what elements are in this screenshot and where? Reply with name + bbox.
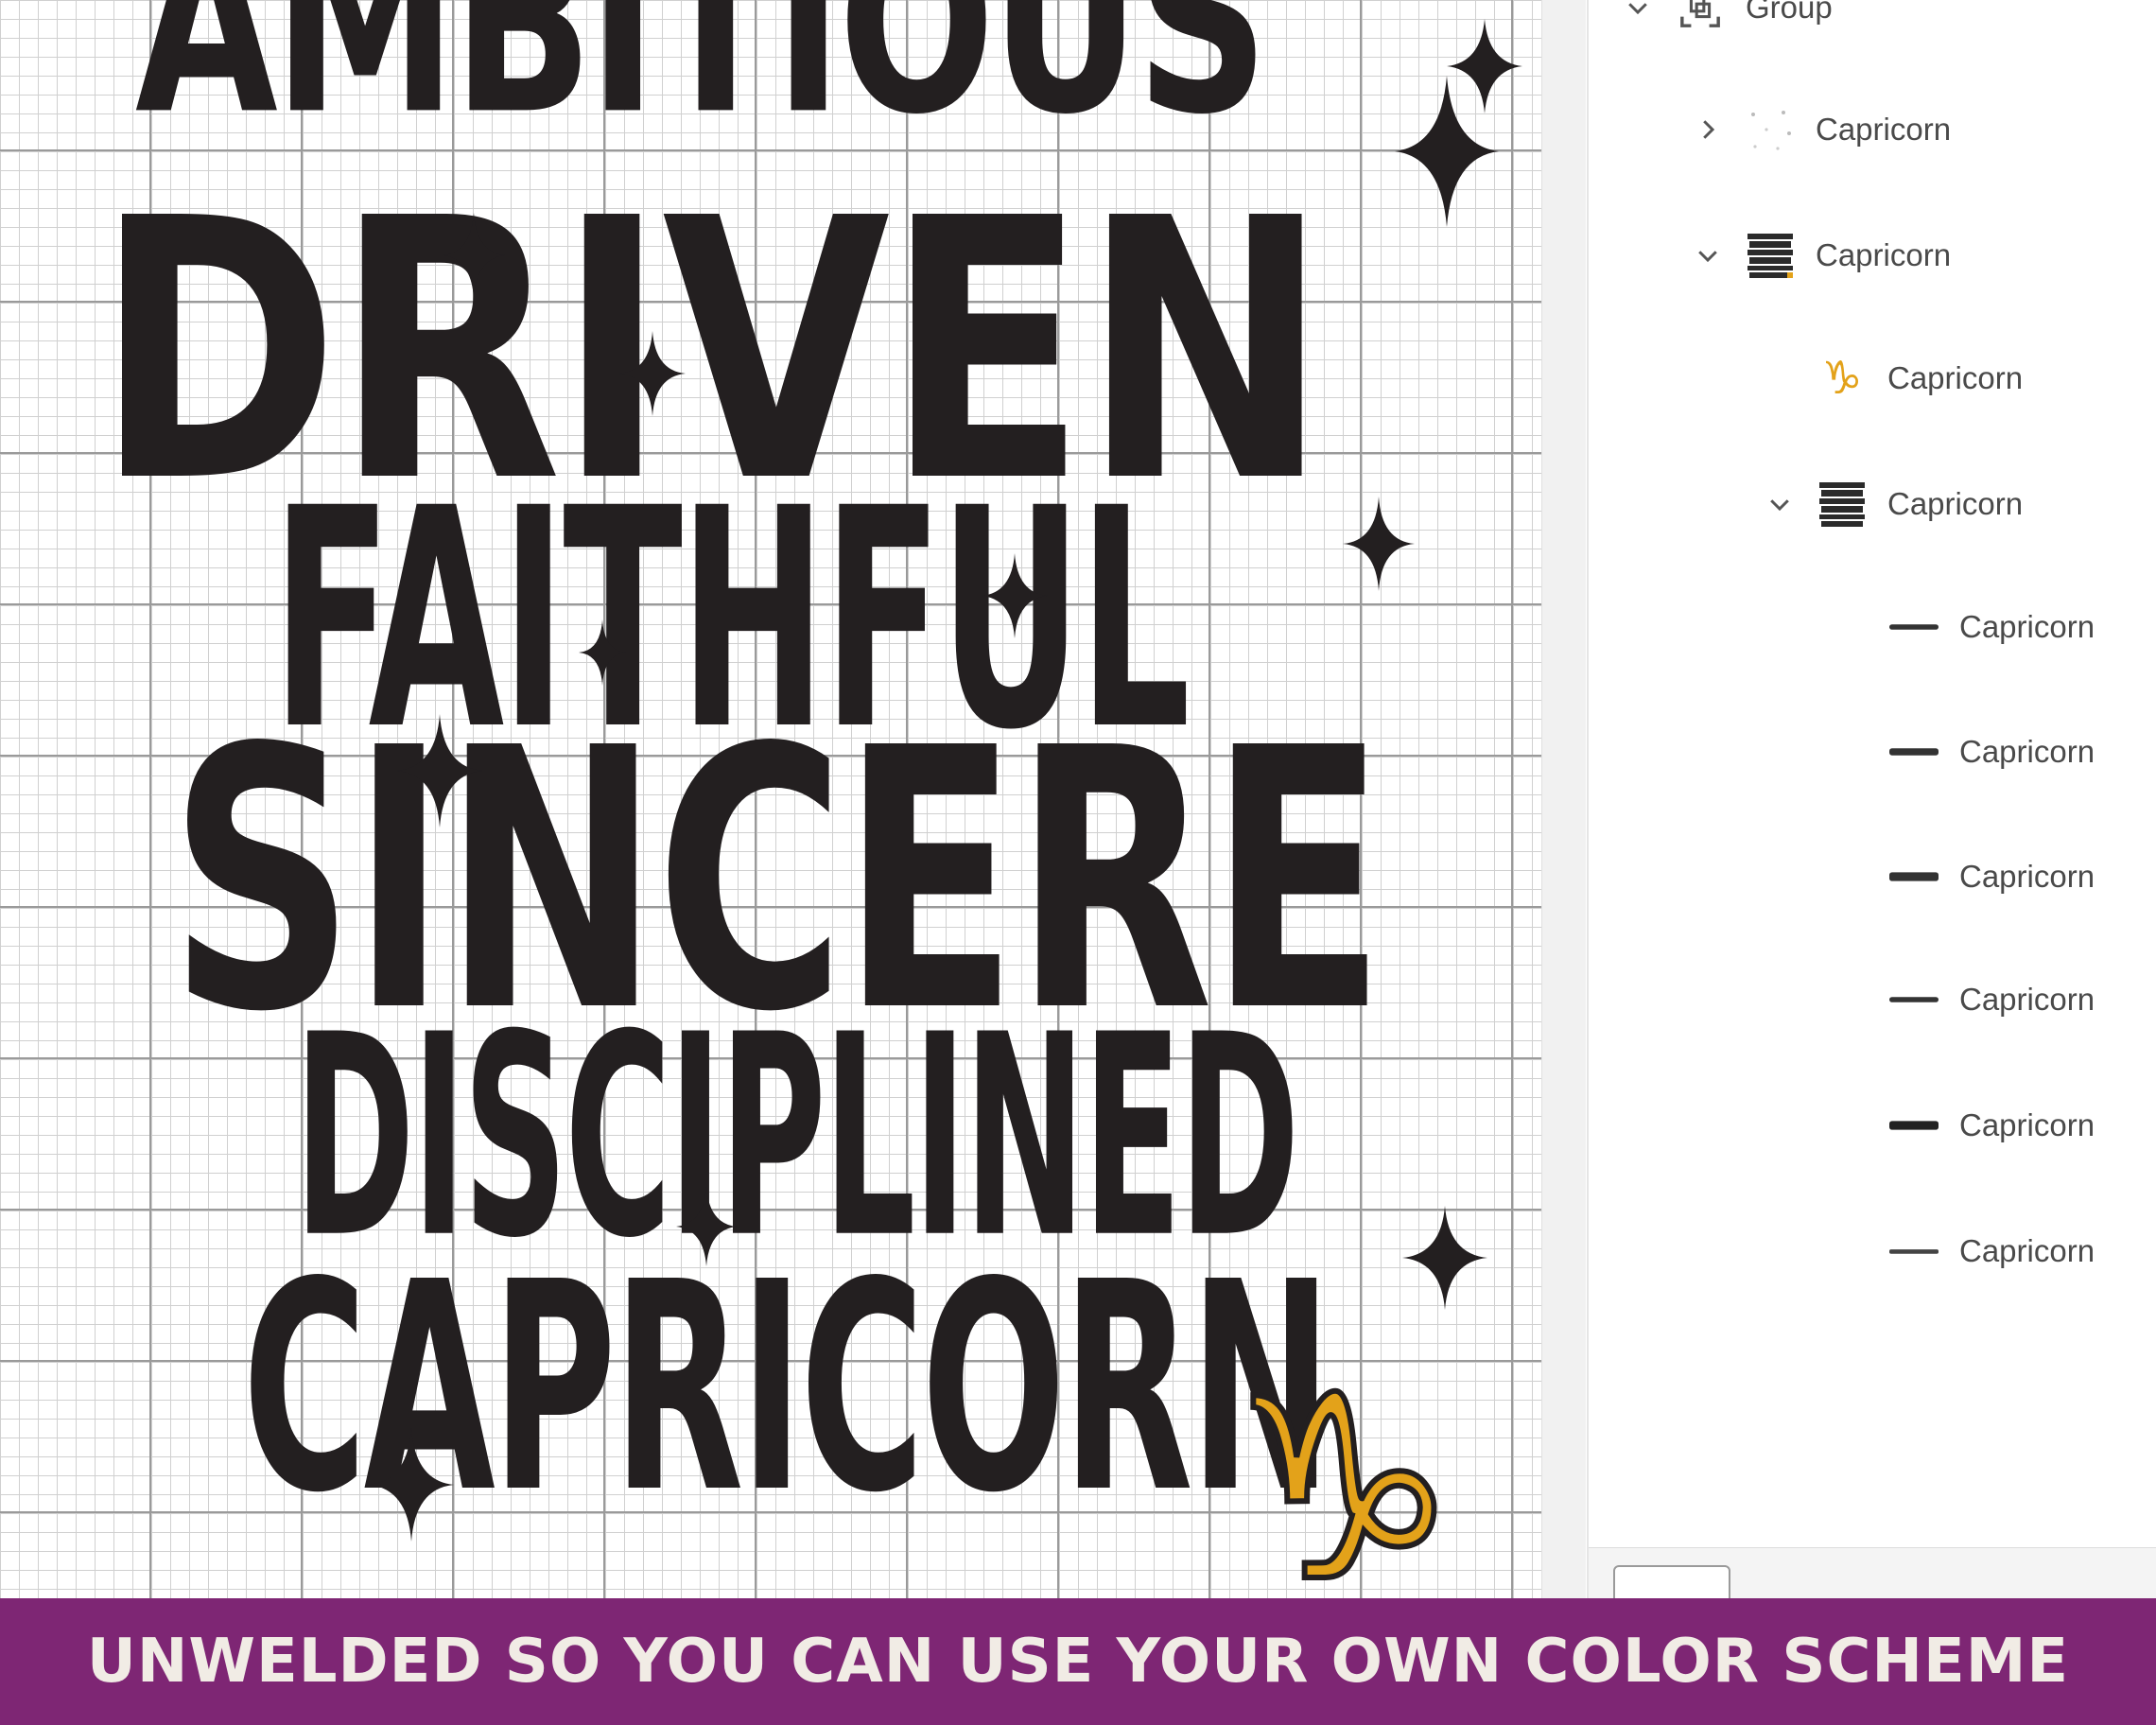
- layer-row-group[interactable]: Group: [1617, 0, 1833, 41]
- text-art-thumbnail: [1746, 231, 1795, 280]
- capricorn-symbol-thumbnail: ♑: [1821, 352, 1863, 405]
- chevron-down-icon[interactable]: [1759, 483, 1800, 525]
- layers-panel-footer: [1589, 1547, 2156, 1626]
- word-thumbnail: [1889, 852, 1939, 901]
- sparkle-icon: [579, 619, 626, 686]
- chevron-right-icon[interactable]: [1687, 109, 1729, 150]
- word-thumbnail: [1889, 1101, 1939, 1150]
- layer-label: Capricorn: [1959, 609, 2095, 644]
- sparkle-icon: [443, 213, 505, 298]
- sparkles-thumbnail: [1746, 105, 1795, 154]
- layer-row-word[interactable]: Capricorn: [1831, 1092, 2095, 1159]
- layer-row-word[interactable]: Capricorn: [1831, 844, 2095, 910]
- sparkle-icon: [1395, 76, 1499, 227]
- layer-label: Capricorn: [1887, 360, 2024, 395]
- layer-row-text-group[interactable]: Capricorn: [1687, 222, 1951, 288]
- layer-label: Capricorn: [1959, 1233, 2095, 1268]
- chevron-down-icon[interactable]: [1687, 235, 1729, 276]
- sparkle-icon: [982, 553, 1048, 638]
- sparkle-icon: [619, 331, 686, 416]
- word-thumbnail: [1889, 975, 1939, 1024]
- layer-row-word[interactable]: Capricorn: [1831, 1218, 2095, 1284]
- sparkle-icon: [1343, 497, 1415, 591]
- word-thumbnail: [1889, 1227, 1939, 1276]
- canvas-scrollbar[interactable]: [1541, 0, 1586, 1598]
- layer-label: Capricorn: [1816, 237, 1952, 272]
- layer-row-symbol[interactable]: ♑ Capricorn: [1759, 345, 2023, 411]
- layer-label: Capricorn: [1887, 486, 2024, 521]
- layer-label: Capricorn: [1816, 112, 1952, 147]
- layer-row-word[interactable]: Capricorn: [1831, 719, 2095, 785]
- design-canvas[interactable]: AMBITIOUS DRIVEN FAITHFUL SINCERE DISCIP…: [0, 0, 1541, 1598]
- layer-label: Capricorn: [1959, 859, 2095, 894]
- promo-banner: UNWELDED SO YOU CAN USE YOUR OWN COLOR S…: [0, 1598, 2156, 1725]
- layer-label: Group: [1746, 0, 1833, 25]
- word-thumbnail: [1889, 727, 1939, 776]
- word-thumbnail: [1889, 602, 1939, 652]
- layer-row-words-group[interactable]: Capricorn: [1759, 471, 2023, 537]
- layer-label: Capricorn: [1959, 734, 2095, 769]
- layer-row-sparkles[interactable]: Capricorn: [1687, 96, 1951, 163]
- chevron-down-icon[interactable]: [1617, 0, 1659, 28]
- layer-row-word[interactable]: Capricorn: [1831, 594, 2095, 660]
- sparkle-icon: [1402, 1206, 1487, 1310]
- text-art-thumbnail: [1817, 479, 1867, 529]
- sparkle-icon: [397, 714, 482, 828]
- capricorn-symbol-icon[interactable]: ♑: [1226, 1359, 1461, 1599]
- layers-panel: Group Capricorn Capricorn ♑ Capricorn Ca…: [1587, 0, 2156, 1626]
- layer-label: Capricorn: [1959, 982, 2095, 1017]
- sparkle-icon: [676, 1187, 737, 1266]
- layer-row-word[interactable]: Capricorn: [1831, 967, 2095, 1033]
- sparkle-icon: [369, 1428, 454, 1542]
- banner-text: UNWELDED SO YOU CAN USE YOUR OWN COLOR S…: [86, 1627, 2070, 1697]
- layer-label: Capricorn: [1959, 1107, 2095, 1142]
- group-icon: [1676, 0, 1725, 32]
